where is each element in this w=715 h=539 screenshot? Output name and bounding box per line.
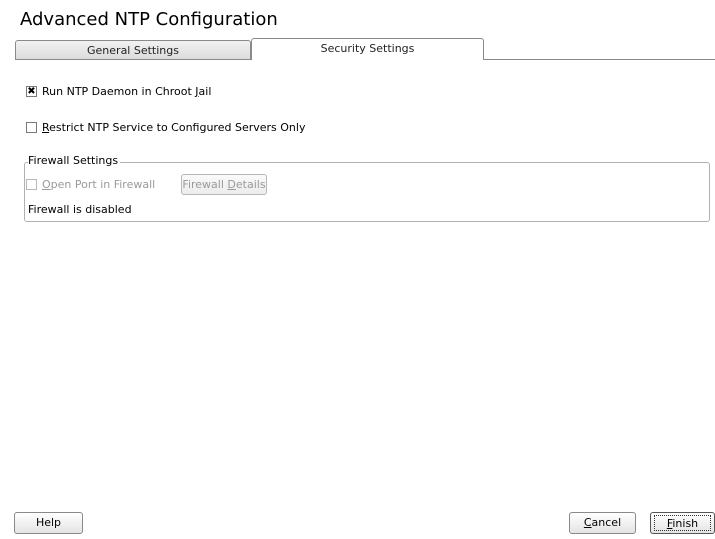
firewall-settings-legend: Firewall Settings xyxy=(28,154,121,167)
chroot-checkbox[interactable]: ✖ xyxy=(26,86,37,97)
help-button[interactable]: Help xyxy=(14,512,83,534)
open-port-checkbox[interactable] xyxy=(26,179,37,190)
restrict-checkbox-row[interactable]: Restrict NTP Service to Configured Serve… xyxy=(26,121,305,134)
restrict-checkbox[interactable] xyxy=(26,122,37,133)
open-port-label: Open Port in Firewall xyxy=(42,178,156,191)
tab-bar: General Settings Security Settings xyxy=(15,38,715,60)
tab-security-settings[interactable]: Security Settings xyxy=(251,38,484,60)
window-title: Advanced NTP Configuration xyxy=(20,9,278,30)
tab-general-settings[interactable]: General Settings xyxy=(15,40,251,59)
restrict-label: Restrict NTP Service to Configured Serve… xyxy=(42,121,306,134)
finish-button[interactable]: Finish xyxy=(650,512,715,534)
finish-focus-ring: Finish xyxy=(654,515,711,531)
chroot-label: Run NTP Daemon in Chroot Jail xyxy=(42,85,212,98)
open-port-checkbox-row[interactable]: Open Port in Firewall xyxy=(26,178,155,191)
firewall-status-text: Firewall is disabled xyxy=(28,203,132,216)
chroot-checkbox-row[interactable]: ✖ Run NTP Daemon in Chroot Jail xyxy=(26,85,211,98)
cancel-button[interactable]: Cancel xyxy=(569,512,636,534)
firewall-details-button[interactable]: Firewall Details xyxy=(181,174,267,195)
